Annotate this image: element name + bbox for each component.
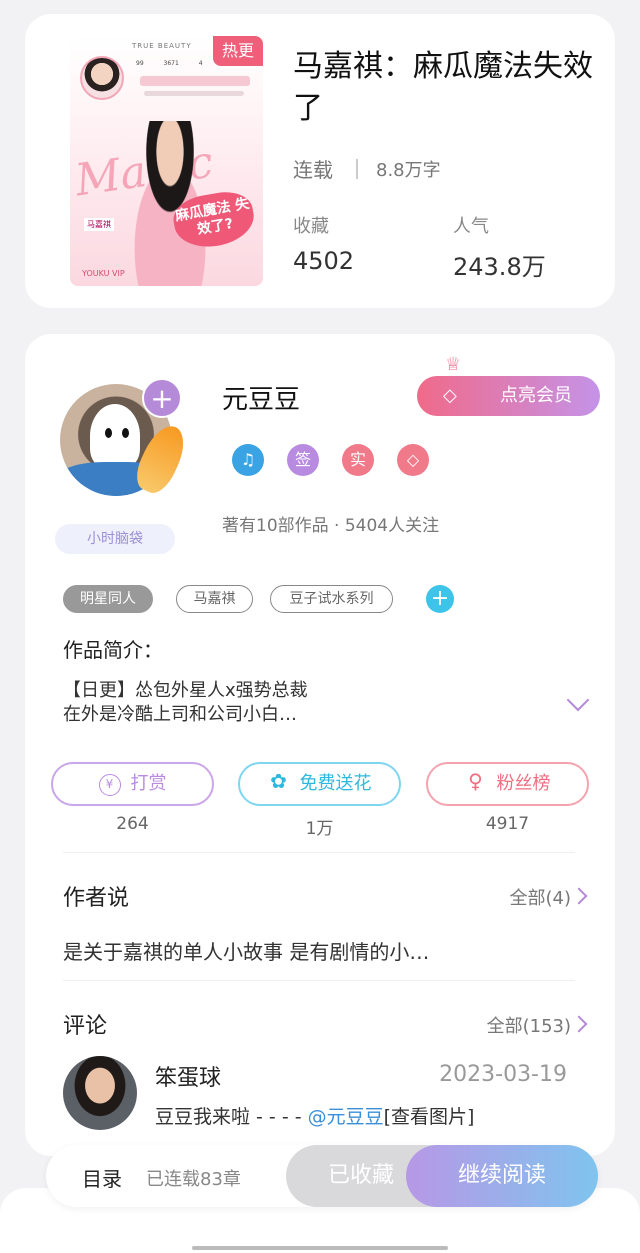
yen-icon: ¥ (98, 774, 121, 796)
comment-body: 豆豆我来啦 - - - - (155, 1106, 308, 1128)
divider (63, 852, 575, 853)
commenter-name[interactable]: 笨蛋球 (155, 1060, 221, 1092)
cover-line (144, 91, 244, 96)
tag-category[interactable]: 明星同人 (63, 585, 153, 613)
intro-text[interactable]: 【日更】怂包外星人x强势总裁 在外是冷酷上司和公司小白… (63, 679, 543, 727)
favorites-value: 4502 (293, 247, 355, 275)
comment-mention[interactable]: @元豆豆 (308, 1106, 384, 1128)
divider (63, 980, 575, 981)
book-info-card: TRUE BEAUTY 99 3671 4 Magic 马嘉祺 麻瓜魔法 失效了… (25, 14, 615, 308)
person-icon: ♀ (468, 769, 483, 793)
comment-text[interactable]: 豆豆我来啦 - - - - @元豆豆[查看图片] (155, 1102, 474, 1129)
book-cover[interactable]: TRUE BEAUTY 99 3671 4 Magic 马嘉祺 麻瓜魔法 失效了… (70, 36, 263, 286)
cover-avatar (80, 56, 124, 100)
intro-line: 【日更】怂包外星人x强势总裁 (63, 680, 308, 701)
tip-label: 打赏 (130, 773, 167, 794)
cover-tags (140, 76, 250, 86)
cover-brand: TRUE BEAUTY (132, 42, 192, 50)
cover-name-tag: 马嘉祺 (84, 218, 114, 231)
tag-character[interactable]: 马嘉祺 (176, 585, 253, 613)
diamond-badge-icon[interactable]: ◇ (397, 444, 429, 476)
intro-title: 作品简介： (63, 638, 163, 662)
intro-line: 在外是冷酷上司和公司小白… (63, 704, 297, 725)
book-status: 连载 (293, 158, 333, 182)
send-flower-label: 免费送花 (299, 773, 372, 794)
favorites-label: 收藏 (293, 216, 329, 237)
send-flower-button[interactable]: ✿ 免费送花 (238, 762, 401, 806)
comments-all-link[interactable]: 全部(153) (487, 1012, 571, 1038)
flower-count: 1万 (305, 819, 334, 839)
continue-reading-button[interactable]: 继续阅读 (406, 1145, 598, 1207)
popularity-value: 243.8万 (453, 253, 546, 281)
verified-icon[interactable]: 实 (342, 444, 374, 476)
add-tag-button[interactable]: + (426, 585, 454, 613)
tip-button[interactable]: ¥ 打赏 (51, 762, 214, 806)
book-title: 马嘉祺：麻瓜魔法失效了 (293, 49, 593, 126)
comments-title: 评论 (63, 1014, 108, 1039)
popularity-label: 人气 (453, 216, 489, 237)
medal-icon[interactable]: ♫ (232, 444, 264, 476)
divider (356, 159, 358, 179)
bottom-action-bar: 目录 已连载83章 已收藏 继续阅读 (46, 1145, 598, 1207)
chapter-count: 已连载83章 (146, 1169, 241, 1190)
comment-image-link[interactable]: [查看图片] (384, 1106, 475, 1128)
toc-button[interactable]: 目录 (82, 1163, 122, 1192)
diamond-icon: ◇ (443, 385, 457, 406)
home-indicator (192, 1246, 448, 1250)
flower-icon: ✿ (270, 769, 287, 793)
commenter-avatar[interactable] (63, 1056, 137, 1130)
author-nick-badge: 小时脑袋 (55, 524, 175, 554)
author-says-all-link[interactable]: 全部(4) (510, 884, 572, 910)
ghost-eye (105, 428, 112, 438)
author-name[interactable]: 元豆豆 (222, 379, 300, 416)
author-says-text[interactable]: 是关于嘉祺的单人小故事 是有剧情的小… (63, 936, 429, 965)
follow-plus-button[interactable]: + (142, 378, 182, 418)
comment-date: 2023-03-19 (439, 1062, 567, 1087)
fan-count: 4917 (485, 814, 530, 834)
hot-badge: 热更 (213, 36, 263, 66)
tag-series[interactable]: 豆子试水系列 (270, 585, 393, 613)
sign-icon[interactable]: 签 (287, 444, 319, 476)
ghost-eye (122, 428, 129, 438)
chevron-right-icon[interactable] (570, 1015, 588, 1033)
author-meta: 著有10部作品 · 5404人关注 (222, 516, 440, 536)
chevron-down-icon[interactable] (566, 688, 590, 712)
author-card: + 小时脑袋 元豆豆 ♕ 点亮会员 ◇ ♫ 签 实 ◇ 著有10部作品 · 54… (25, 334, 615, 1156)
author-says-title: 作者说 (63, 886, 130, 911)
fan-ranking-label: 粉丝榜 (496, 773, 551, 794)
book-word-count: 8.8万字 (376, 160, 441, 181)
cover-stats: 99 3671 4 (136, 60, 203, 67)
cover-youku: YOUKU VIP (82, 269, 125, 278)
crown-icon: ♕ (445, 354, 462, 375)
chevron-right-icon[interactable] (570, 887, 588, 905)
tip-count: 264 (116, 814, 149, 834)
ghost-figure (90, 404, 140, 468)
fan-ranking-button[interactable]: ♀ 粉丝榜 (426, 762, 589, 806)
